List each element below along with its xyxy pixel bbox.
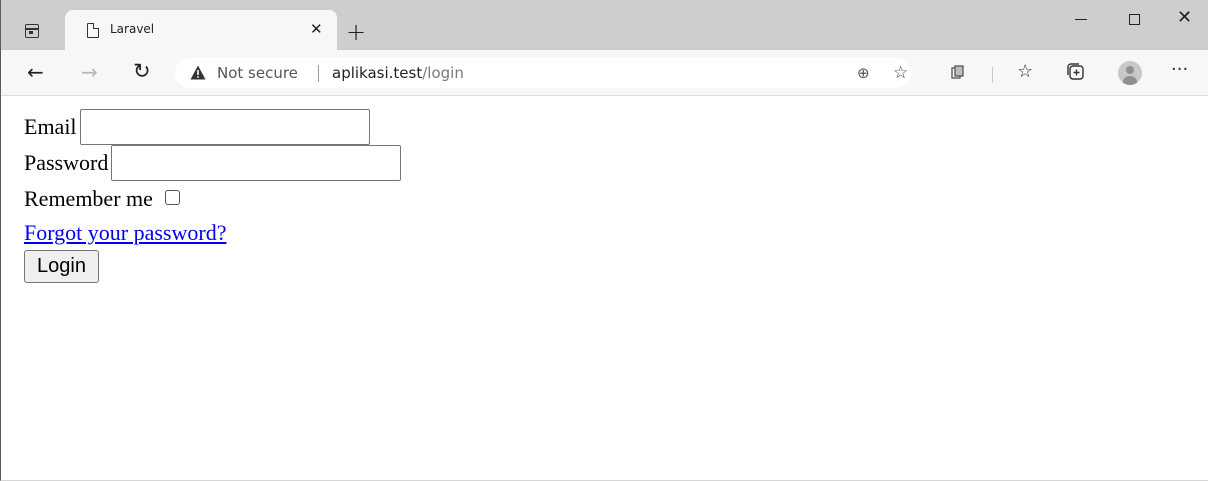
password-field[interactable] <box>111 145 402 181</box>
reload-button[interactable]: ↻ <box>133 59 151 83</box>
extension-icon[interactable] <box>951 65 965 79</box>
forgot-row: Forgot your password? <box>24 217 401 249</box>
zoom-icon[interactable]: ⊕ <box>857 64 870 82</box>
maximize-button[interactable] <box>1129 14 1140 25</box>
window-close-button[interactable]: ✕ <box>1177 8 1192 28</box>
forgot-password-link[interactable]: Forgot your password? <box>24 220 226 246</box>
collections-icon[interactable] <box>1067 63 1085 81</box>
url-path: /login <box>422 64 464 82</box>
login-row: Login <box>24 249 401 283</box>
forward-button[interactable]: → <box>81 60 98 84</box>
address-bar[interactable]: Not secure aplikasi.test/login ⊕ ☆ <box>175 58 911 88</box>
warning-icon[interactable] <box>190 65 206 80</box>
remember-row: Remember me <box>24 181 401 217</box>
email-field[interactable] <box>79 109 370 145</box>
remember-label: Remember me <box>24 186 153 211</box>
login-button[interactable]: Login <box>24 250 99 283</box>
login-form: Email Password Remember me Forgot your p… <box>24 109 402 283</box>
tab-laravel[interactable]: Laravel ✕ <box>65 10 337 50</box>
more-icon[interactable]: ··· <box>1171 60 1188 80</box>
password-label: Password <box>24 150 109 175</box>
page-icon <box>87 22 100 38</box>
tab-close-icon[interactable]: ✕ <box>310 20 323 38</box>
tab-strip: Laravel ✕ + ✕ <box>1 0 1208 50</box>
tab-title: Laravel <box>110 22 155 36</box>
address-separator <box>318 65 319 82</box>
minimize-button[interactable] <box>1075 19 1087 20</box>
browser-toolbar: ← → ↻ Not secure aplikasi.test/login ⊕ ☆… <box>1 50 1208 96</box>
email-label: Email <box>24 114 77 139</box>
favorites-icon[interactable]: ☆ <box>1017 62 1033 82</box>
back-button[interactable]: ← <box>27 60 44 84</box>
add-favorite-icon[interactable]: ☆ <box>893 63 908 83</box>
url-host: aplikasi.test <box>332 64 423 82</box>
profile-icon[interactable] <box>1118 61 1142 85</box>
browser-window: Laravel ✕ + ✕ ← → ↻ Not secure aplikasi.… <box>0 0 1208 481</box>
toolbar-separator <box>992 67 993 83</box>
password-row: Password <box>24 145 402 181</box>
tab-actions-icon[interactable] <box>25 24 39 38</box>
email-row: Email <box>24 109 401 145</box>
new-tab-button[interactable]: + <box>346 20 366 44</box>
url-text[interactable]: aplikasi.test/login <box>332 64 464 82</box>
security-status[interactable]: Not secure <box>217 64 298 82</box>
page-content: Email Password Remember me Forgot your p… <box>2 97 1208 480</box>
remember-checkbox[interactable] <box>164 189 180 205</box>
